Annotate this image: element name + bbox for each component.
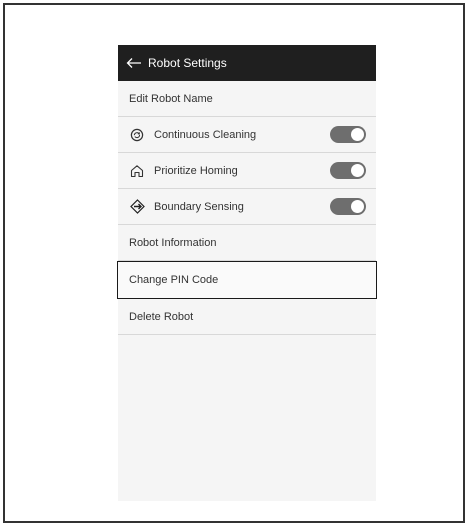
robot-information-label: Robot Information	[129, 236, 217, 249]
boundary-sensing-icon	[129, 199, 145, 215]
continuous-cleaning-item: Continuous Cleaning	[118, 117, 376, 153]
edit-robot-name-label: Edit Robot Name	[129, 92, 213, 105]
boundary-sensing-toggle[interactable]	[330, 198, 366, 215]
figure-frame: Robot Settings Edit Robot Name Continuou…	[3, 3, 465, 523]
prioritize-homing-label: Prioritize Homing	[154, 164, 238, 177]
change-pin-code-label: Change PIN Code	[129, 274, 219, 286]
title-bar: Robot Settings	[118, 45, 376, 81]
boundary-sensing-label: Boundary Sensing	[154, 200, 244, 213]
back-arrow-icon[interactable]	[126, 57, 142, 69]
delete-robot-label: Delete Robot	[129, 310, 194, 323]
robot-information-item[interactable]: Robot Information	[118, 225, 376, 261]
continuous-cleaning-toggle[interactable]	[330, 126, 366, 143]
page-title: Robot Settings	[148, 56, 227, 70]
edit-robot-name-item[interactable]: Edit Robot Name	[118, 81, 376, 117]
boundary-sensing-item: Boundary Sensing	[118, 189, 376, 225]
continuous-cleaning-label: Continuous Cleaning	[154, 128, 257, 141]
toggle-knob	[351, 128, 364, 141]
phone-screen: Robot Settings Edit Robot Name Continuou…	[117, 45, 377, 501]
continuous-cleaning-icon	[129, 127, 145, 143]
delete-robot-item[interactable]: Delete Robot	[118, 299, 376, 335]
prioritize-homing-item: Prioritize Homing	[118, 153, 376, 189]
toggle-knob	[351, 200, 364, 213]
change-pin-code-item[interactable]: Change PIN Code	[117, 261, 377, 299]
prioritize-homing-toggle[interactable]	[330, 162, 366, 179]
home-icon	[129, 163, 145, 179]
toggle-knob	[351, 164, 364, 177]
